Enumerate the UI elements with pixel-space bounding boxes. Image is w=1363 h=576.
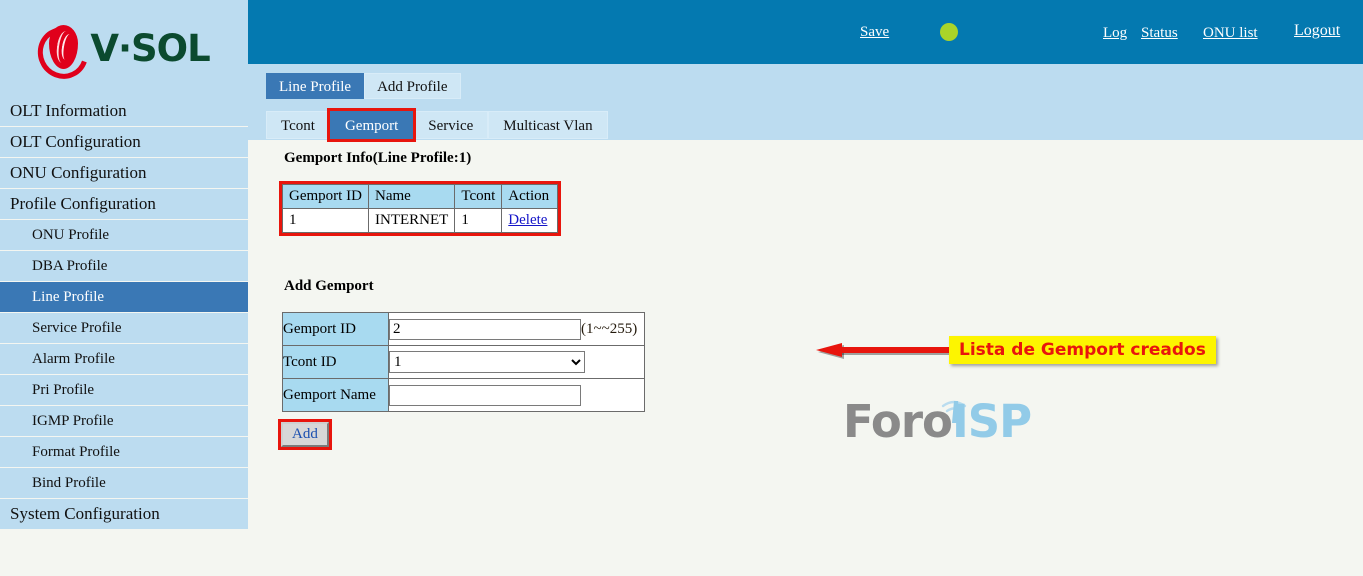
tcont-id-select[interactable]: 1 [389, 351, 585, 373]
form-row-gemport-id: Gemport ID (1~~255) [282, 312, 645, 346]
add-gemport-table: Gemport ID (1~~255) Tcont ID 1 Gemport N… [282, 312, 645, 412]
cell-action: Delete [501, 208, 559, 233]
gemport-name-input[interactable] [389, 384, 581, 406]
col-action: Action [501, 184, 559, 209]
label-gemport-id: Gemport ID [282, 312, 389, 346]
primary-tabs: Line Profile Add Profile [266, 73, 461, 99]
cell-gemport-id: 1 [282, 208, 369, 233]
tab-gemport[interactable]: Gemport [326, 108, 417, 142]
gemport-info-table-highlight: Gemport ID Name Tcont Action 1 INTERNET … [278, 181, 562, 236]
sidebar-item-onu-profile[interactable]: ONU Profile [0, 220, 248, 250]
sidebar-nav: OLT Information OLT Configuration ONU Conf… [0, 96, 248, 529]
antenna-icon [941, 400, 967, 423]
gemport-id-input[interactable] [389, 318, 581, 340]
field-gemport-id: (1~~255) [388, 312, 645, 346]
form-row-gemport-name: Gemport Name [282, 378, 645, 412]
foroisp-watermark: ForoISP [843, 393, 1032, 453]
sidebar-item-olt-information[interactable]: OLT Information [0, 96, 248, 126]
gemport-info-table: Gemport ID Name Tcont Action 1 INTERNET … [282, 184, 559, 233]
sidebar-item-alarm-profile[interactable]: Alarm Profile [0, 344, 248, 374]
col-name: Name [367, 184, 456, 209]
cell-tcont: 1 [454, 208, 503, 233]
brand-name: V·SOL [90, 26, 210, 70]
onu-list-link[interactable]: ONU list [1203, 25, 1258, 42]
delete-link[interactable]: Delete [508, 212, 547, 228]
secondary-tabs: Tcont Gemport Service Multicast Vlan [266, 108, 608, 142]
sidebar-item-service-profile[interactable]: Service Profile [0, 313, 248, 343]
save-link[interactable]: Save [860, 24, 889, 41]
tab-band: Line Profile Add Profile Tcont Gemport Serv… [248, 64, 1363, 142]
gemport-info-title: Gemport Info(Line Profile:1) [284, 150, 472, 166]
sidebar-item-format-profile[interactable]: Format Profile [0, 437, 248, 467]
sidebar-item-olt-configuration[interactable]: OLT Configuration [0, 127, 248, 157]
watermark-foro: Foro [843, 395, 953, 448]
sidebar: V·SOL OLT Information OLT Configuration ON… [0, 0, 248, 576]
add-button-highlight: Add [278, 419, 332, 450]
sidebar-item-onu-configuration[interactable]: ONU Configuration [0, 158, 248, 188]
table-row: 1 INTERNET 1 Delete [282, 208, 559, 233]
vsol-logo-icon [29, 18, 97, 88]
form-row-tcont-id: Tcont ID 1 [282, 345, 645, 379]
tab-line-profile[interactable]: Line Profile [266, 73, 365, 99]
field-gemport-name [388, 378, 645, 412]
status-led-icon [940, 23, 958, 41]
sidebar-item-line-profile[interactable]: Line Profile [0, 282, 248, 312]
gemport-id-hint: (1~~255) [581, 320, 638, 337]
sidebar-item-pri-profile[interactable]: Pri Profile [0, 375, 248, 405]
cell-name: INTERNET [367, 208, 456, 233]
logout-link[interactable]: Logout [1294, 22, 1340, 40]
status-link[interactable]: Status [1141, 25, 1178, 42]
col-gemport-id: Gemport ID [282, 184, 369, 209]
col-tcont: Tcont [454, 184, 503, 209]
add-gemport-form: Gemport ID (1~~255) Tcont ID 1 Gemport N… [282, 312, 645, 412]
log-link[interactable]: Log [1103, 25, 1127, 42]
table-header-row: Gemport ID Name Tcont Action [282, 184, 559, 209]
content-area: Gemport Info(Line Profile:1) Gemport ID … [248, 140, 1363, 576]
brand-logo: V·SOL [0, 0, 248, 96]
tab-service[interactable]: Service [413, 111, 489, 139]
tab-multicast-vlan[interactable]: Multicast Vlan [488, 111, 608, 139]
label-gemport-name: Gemport Name [282, 378, 389, 412]
add-gemport-title: Add Gemport [284, 278, 374, 294]
field-tcont-id: 1 [388, 345, 645, 379]
top-header: Save Log Status ONU list Logout [248, 0, 1363, 64]
label-tcont-id: Tcont ID [282, 345, 389, 379]
annotation-arrow-icon [816, 343, 956, 359]
sidebar-item-dba-profile[interactable]: DBA Profile [0, 251, 248, 281]
annotation-label: Lista de Gemport creados [949, 336, 1216, 364]
sidebar-item-system-configuration[interactable]: System Configuration [0, 499, 248, 529]
page-root: V·SOL OLT Information OLT Configuration ON… [0, 0, 1363, 576]
sidebar-item-bind-profile[interactable]: Bind Profile [0, 468, 248, 498]
sidebar-item-igmp-profile[interactable]: IGMP Profile [0, 406, 248, 436]
add-button[interactable]: Add [281, 422, 329, 447]
tab-tcont[interactable]: Tcont [266, 111, 330, 139]
watermark-isp: ISP [951, 395, 1032, 448]
tab-add-profile[interactable]: Add Profile [364, 73, 461, 99]
sidebar-item-profile-configuration[interactable]: Profile Configuration [0, 189, 248, 219]
